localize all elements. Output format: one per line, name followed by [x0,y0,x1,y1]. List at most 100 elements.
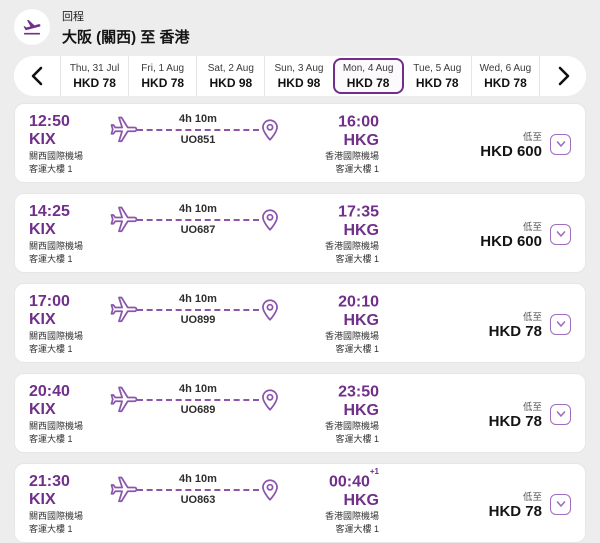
flight-duration: 4h 10m [179,473,217,485]
expand-fares-button[interactable] [550,223,571,245]
price-value: HKD 78 [488,322,542,340]
flight-path-middle: 4h 10m UO687 [137,203,259,236]
plane-icon [109,205,139,235]
chevron-down-icon [556,231,565,237]
departure-airport-code: KIX [29,221,56,239]
flight-number: UO687 [180,224,216,236]
date-tab-label: Sun, 3 Aug [274,62,324,74]
date-tab-label: Mon, 4 Aug [342,62,394,74]
flight-path-cell: 4h 10m UO687 [105,203,295,265]
price-prefix-label: 低至 [522,311,542,323]
route-header-texts: 回程 大阪 (關西) 至 香港 [62,8,190,47]
price-cell: 低至 HKD 600 [379,113,571,175]
departure-airport-name: 關西國際機場 客運大樓 1 [29,421,84,444]
flight-path-row: 4h 10m UO899 [109,293,283,326]
departure-cell: 14:25 KIX 關西國際機場 客運大樓 1 [29,203,105,265]
chevron-left-icon [31,66,42,86]
date-tab-label: Thu, 31 Jul [69,62,120,74]
flight-list: 12:50 KIX 關西國際機場 客運大樓 1 4h 10m UO851 16:… [14,103,586,543]
arrival-airport-name: 香港國際機場 客運大樓 1 [324,151,379,174]
chevron-down-icon [556,141,565,147]
chevron-down-icon [556,321,565,327]
price-texts: 低至 HKD 78 [489,399,542,430]
flight-results-page: 回程 大阪 (關西) 至 香港 Thu, 31 Jul HKD 78 Fri, … [0,0,600,543]
flight-card[interactable]: 20:40 KIX 關西國際機場 客運大樓 1 4h 10m UO689 23:… [14,373,586,453]
flight-path-cell: 4h 10m UO851 [105,113,295,175]
flight-path-line [137,129,259,131]
flight-path-row: 4h 10m UO687 [109,203,283,236]
price-texts: 低至 HKD 600 [480,219,542,250]
date-tab[interactable]: Mon, 4 Aug HKD 78 [332,58,404,94]
price-cell: 低至 HKD 78 [379,293,571,355]
departure-airport-name: 關西國際機場 客運大樓 1 [29,151,84,174]
location-pin-icon [257,387,283,413]
date-tab[interactable]: Sat, 2 Aug HKD 98 [196,56,265,96]
date-tab-price: HKD 78 [73,75,116,90]
arrival-airport-name: 香港國際機場 客運大樓 1 [324,511,379,534]
arrival-airport-code: HKG [343,311,379,329]
arrival-time-block: 23:50 HKG [338,383,379,420]
expand-fares-button[interactable] [550,403,571,425]
arrival-cell: 00:40+1 HKG 香港國際機場 客運大樓 1 [295,467,379,535]
chevron-down-icon [556,411,565,417]
price-cell: 低至 HKD 78 [379,383,571,445]
departure-cell: 21:30 KIX 關西國際機場 客運大樓 1 [29,473,105,535]
date-tab[interactable]: Wed, 6 Aug HKD 78 [470,56,540,96]
departure-cell: 17:00 KIX 關西國際機場 客運大樓 1 [29,293,105,355]
flight-duration: 4h 10m [179,113,217,125]
arrival-time: 23:50 [338,383,379,401]
expand-fares-button[interactable] [550,493,571,515]
departure-time-block: 17:00 KIX [29,293,105,330]
previous-dates-button[interactable] [14,56,60,96]
location-pin-icon [257,297,283,323]
date-selector-bar: Thu, 31 Jul HKD 78 Fri, 1 Aug HKD 78 Sat… [14,56,586,96]
date-tab-label: Sat, 2 Aug [207,62,254,74]
price-prefix-label: 低至 [522,491,542,503]
location-pin-icon [257,117,283,143]
date-tab[interactable]: Thu, 31 Jul HKD 78 [60,56,129,96]
plane-icon [109,475,139,505]
departure-airport-code: KIX [29,401,56,419]
flight-path-middle: 4h 10m UO689 [137,383,259,416]
price-value: HKD 600 [480,232,542,250]
date-cells: Thu, 31 Jul HKD 78 Fri, 1 Aug HKD 78 Sat… [60,56,540,96]
route-header: 回程 大阪 (關西) 至 香港 [14,8,586,46]
date-tab-price: HKD 98 [209,75,253,90]
arrival-time: 17:35 [338,203,379,221]
price-prefix-label: 低至 [522,221,542,233]
departure-time-block: 14:25 KIX [29,203,105,240]
next-dates-button[interactable] [540,56,586,96]
flight-path-row: 4h 10m UO851 [109,113,283,146]
flight-card[interactable]: 14:25 KIX 關西國際機場 客運大樓 1 4h 10m UO687 17:… [14,193,586,273]
arrival-airport-name: 香港國際機場 客運大樓 1 [324,421,379,444]
arrival-airport-code: HKG [343,491,379,509]
departure-time: 21:30 [29,473,70,490]
arrival-time: 20:10 [338,293,379,311]
flight-duration: 4h 10m [179,203,217,215]
flight-card[interactable]: 21:30 KIX 關西國際機場 客運大樓 1 4h 10m UO863 00:… [14,463,586,543]
expand-fares-button[interactable] [550,133,571,155]
departure-time: 20:40 [29,383,70,400]
arrival-airport-name: 香港國際機場 客運大樓 1 [324,331,379,354]
departure-airport-name: 關西國際機場 客運大樓 1 [29,511,84,534]
flight-number: UO863 [180,494,216,506]
price-cell: 低至 HKD 600 [379,203,571,265]
arrival-time-block: 17:35 HKG [338,203,379,240]
expand-fares-button[interactable] [550,313,571,335]
date-tab[interactable]: Fri, 1 Aug HKD 78 [128,56,197,96]
date-tab-label: Wed, 6 Aug [479,62,532,74]
flight-duration: 4h 10m [179,293,217,305]
date-tab[interactable]: Sun, 3 Aug HKD 98 [264,56,333,96]
flight-card[interactable]: 12:50 KIX 關西國際機場 客運大樓 1 4h 10m UO851 16:… [14,103,586,183]
price-value: HKD 78 [488,502,542,520]
flight-card[interactable]: 17:00 KIX 關西國際機場 客運大樓 1 4h 10m UO899 20:… [14,283,586,363]
flight-path-line [137,399,259,401]
departure-time: 14:25 [29,203,70,220]
date-tab[interactable]: Tue, 5 Aug HKD 78 [403,56,471,96]
flight-number: UO851 [180,134,216,146]
date-tab-label: Fri, 1 Aug [141,62,185,74]
arrival-cell: 16:00 HKG 香港國際機場 客運大樓 1 [295,113,379,175]
arrival-day-offset: +1 [369,467,379,476]
flight-path-middle: 4h 10m UO851 [137,113,259,146]
chevron-right-icon [558,66,569,86]
